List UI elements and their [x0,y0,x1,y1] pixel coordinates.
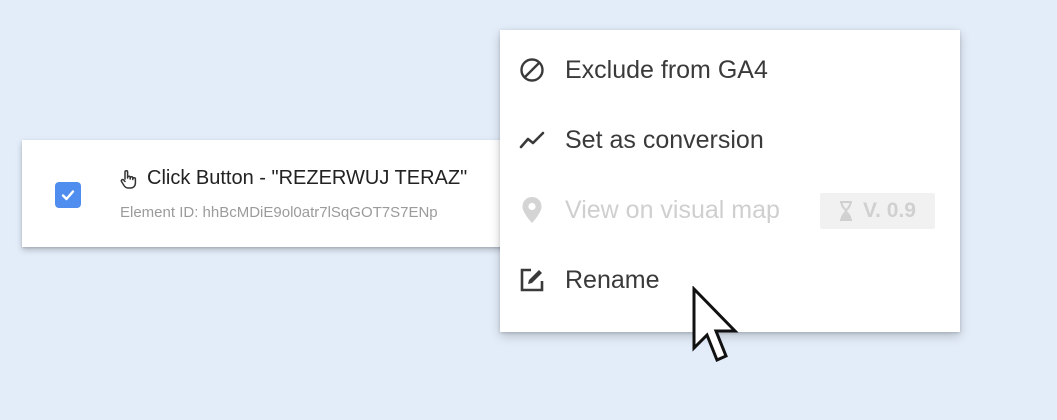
mouse-cursor-icon [692,286,739,363]
location-pin-icon [518,196,546,224]
event-title: Click Button - "REZERWUJ TERAZ" [147,167,468,189]
checkmark-icon [61,190,75,201]
element-id-text: Element ID: hhBcMDiE9ol0atr7lSqGOT7S7ENp [120,204,438,221]
event-title-row: Click Button - "REZERWUJ TERAZ" [119,167,467,190]
menu-item-set-conversion[interactable]: Set as conversion [500,110,960,170]
trend-line-icon [518,126,546,154]
pointer-hand-icon [120,169,137,189]
block-icon [518,56,546,84]
event-checkbox[interactable] [55,182,81,208]
version-badge-label: V. 0.9 [863,199,916,222]
menu-item-visual-map: View on visual map V. 0.9 [500,180,960,240]
menu-item-label: Exclude from GA4 [565,55,768,84]
event-card: Click Button - "REZERWUJ TERAZ" Element … [22,140,522,247]
version-badge: V. 0.9 [820,193,935,229]
menu-item-exclude-ga4[interactable]: Exclude from GA4 [500,40,960,100]
edit-icon [518,266,546,294]
hourglass-icon [840,201,853,221]
menu-item-label: View on visual map [565,195,780,224]
menu-item-label: Set as conversion [565,125,764,154]
menu-item-label: Rename [565,265,660,294]
